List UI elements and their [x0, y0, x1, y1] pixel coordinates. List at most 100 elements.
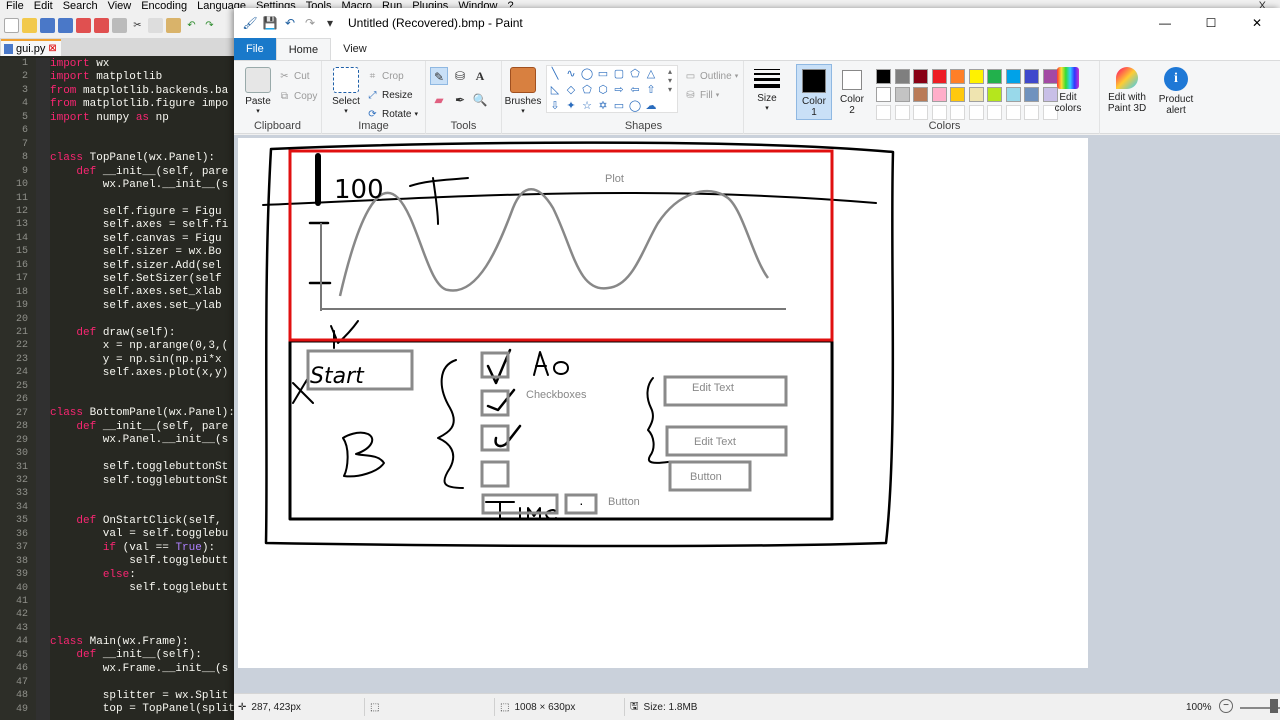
palette-swatch[interactable] — [913, 69, 928, 84]
npp-menu-encoding[interactable]: Encoding — [141, 0, 187, 12]
polygon-shape-icon[interactable]: ⬠ — [628, 67, 642, 81]
eraser-icon[interactable]: ▰ — [430, 91, 448, 109]
close-all-icon[interactable] — [94, 17, 109, 33]
magnifier-icon[interactable]: 🔍 — [471, 91, 489, 109]
palette-swatch[interactable] — [987, 87, 1002, 102]
fill-bucket-icon[interactable]: ⛁ — [451, 67, 469, 85]
six-point-star-icon[interactable]: ✡ — [596, 99, 610, 113]
save-all-icon[interactable] — [58, 17, 73, 33]
tab-close-icon[interactable]: ⊠ — [48, 43, 56, 54]
size-button[interactable]: Size ▾ — [747, 67, 787, 112]
resize-button[interactable]: ⤢ Resize — [366, 86, 413, 104]
paste-button[interactable]: Paste ▾ — [238, 67, 278, 115]
cut-button[interactable]: ✂ Cut — [278, 67, 309, 85]
callout-oval-icon[interactable]: ◯ — [628, 99, 642, 113]
palette-swatch[interactable] — [894, 87, 910, 102]
edit-colors-button[interactable]: Edit colors — [1046, 67, 1090, 114]
callout-cloud-icon[interactable]: ☁ — [644, 99, 658, 113]
palette-swatch[interactable] — [950, 69, 965, 84]
palette-swatch[interactable] — [931, 69, 947, 84]
down-arrow-shape-icon[interactable]: ⇩ — [548, 99, 562, 113]
up-arrow-shape-icon[interactable]: ⇧ — [644, 83, 658, 97]
palette-swatch[interactable] — [913, 87, 928, 102]
npp-menu-edit[interactable]: Edit — [34, 0, 53, 12]
palette-swatch[interactable] — [950, 87, 965, 102]
select-button[interactable]: Select ▾ — [326, 67, 366, 115]
four-point-star-icon[interactable]: ✦ — [564, 99, 578, 113]
palette-swatch[interactable] — [1024, 87, 1039, 102]
open-folder-icon[interactable] — [22, 17, 37, 33]
undo-icon[interactable]: ↶ — [184, 18, 199, 33]
custom-color-slot[interactable] — [968, 105, 984, 120]
palette-swatch[interactable] — [968, 87, 984, 102]
outline-button[interactable]: ▭ Outline ▾ — [684, 67, 738, 85]
tab-home[interactable]: Home — [275, 38, 332, 60]
print-icon[interactable] — [112, 17, 127, 33]
custom-color-slot[interactable] — [913, 105, 928, 120]
qa-customize-icon[interactable]: ▾ — [322, 15, 338, 31]
crop-button[interactable]: ⌗ Crop — [366, 67, 404, 85]
palette-swatch[interactable] — [968, 69, 984, 84]
color1-button[interactable]: Color 1 — [796, 64, 832, 120]
drawing-canvas[interactable]: Plot Checkboxes Edit Text Edit Text Butt… — [238, 138, 1088, 668]
shapes-scroll-icon[interactable]: ▴ ▾ ▾ — [668, 67, 672, 94]
brushes-button[interactable]: Brushes ▾ — [503, 67, 543, 115]
palette-swatch[interactable] — [1005, 69, 1021, 84]
custom-color-slot[interactable] — [876, 105, 891, 120]
text-icon[interactable]: A — [471, 67, 489, 85]
palette-swatch[interactable] — [876, 69, 891, 84]
color2-button[interactable]: Color 2 — [834, 64, 870, 116]
triangle-shape-icon[interactable]: △ — [644, 67, 658, 81]
maximize-button[interactable]: ☐ — [1188, 8, 1234, 38]
save-icon[interactable] — [40, 17, 55, 33]
custom-color-slot[interactable] — [894, 105, 910, 120]
callout-rect-icon[interactable]: ▭ — [612, 99, 626, 113]
custom-color-slot[interactable] — [950, 105, 965, 120]
oval-shape-icon[interactable]: ◯ — [580, 67, 594, 81]
palette-swatch[interactable] — [987, 69, 1002, 84]
code-editor[interactable]: import wx import matplotlib from matplotli… — [50, 58, 240, 720]
qa-save-icon[interactable]: 💾 — [262, 15, 278, 31]
custom-color-slot[interactable] — [1024, 105, 1039, 120]
npp-menu-view[interactable]: View — [108, 0, 132, 12]
copy-icon[interactable] — [148, 17, 163, 33]
npp-tab-gui-py[interactable]: gui.py ⊠ — [1, 39, 61, 56]
palette-swatch[interactable] — [894, 69, 910, 84]
npp-menu-search[interactable]: Search — [63, 0, 98, 12]
rounded-rectangle-shape-icon[interactable]: ▢ — [612, 67, 626, 81]
pentagon-shape-icon[interactable]: ⬠ — [580, 83, 594, 97]
redo-icon[interactable]: ↷ — [202, 18, 217, 33]
curve-shape-icon[interactable]: ∿ — [564, 67, 578, 81]
hexagon-shape-icon[interactable]: ⬡ — [596, 83, 610, 97]
pencil-icon[interactable]: ✎ — [430, 67, 448, 85]
paint-app-icon[interactable]: 🖌 — [242, 15, 258, 31]
close-button[interactable]: ✕ — [1234, 8, 1280, 38]
qa-redo-icon[interactable]: ↷ — [302, 15, 318, 31]
left-arrow-shape-icon[interactable]: ⇦ — [628, 83, 642, 97]
custom-color-slot[interactable] — [931, 105, 947, 120]
new-file-icon[interactable] — [4, 17, 19, 33]
qa-undo-icon[interactable]: ↶ — [282, 15, 298, 31]
custom-color-slot[interactable] — [987, 105, 1002, 120]
palette-swatch[interactable] — [1005, 87, 1021, 102]
minimize-button[interactable]: — — [1142, 8, 1188, 38]
palette-swatch[interactable] — [1024, 69, 1039, 84]
product-alert-button[interactable]: i Product alert — [1154, 67, 1198, 116]
rectangle-shape-icon[interactable]: ▭ — [596, 67, 610, 81]
tab-file[interactable]: File — [234, 38, 276, 60]
color-picker-icon[interactable]: ✒ — [451, 91, 469, 109]
custom-color-slot[interactable] — [1005, 105, 1021, 120]
five-point-star-icon[interactable]: ☆ — [580, 99, 594, 113]
palette-swatch[interactable] — [931, 87, 947, 102]
edit-paint3d-button[interactable]: Edit with Paint 3D — [1102, 67, 1152, 114]
right-arrow-shape-icon[interactable]: ⇨ — [612, 83, 626, 97]
palette-swatch[interactable] — [876, 87, 891, 102]
right-triangle-shape-icon[interactable]: ◺ — [548, 83, 562, 97]
copy-button[interactable]: ⧉ Copy — [278, 87, 317, 105]
cut-icon[interactable]: ✂ — [130, 18, 145, 33]
paste-icon[interactable] — [166, 17, 181, 33]
zoom-out-icon[interactable]: − — [1219, 699, 1233, 713]
zoom-slider-thumb[interactable] — [1270, 699, 1278, 713]
tab-view[interactable]: View — [331, 38, 379, 60]
line-shape-icon[interactable]: ╲ — [548, 67, 562, 81]
